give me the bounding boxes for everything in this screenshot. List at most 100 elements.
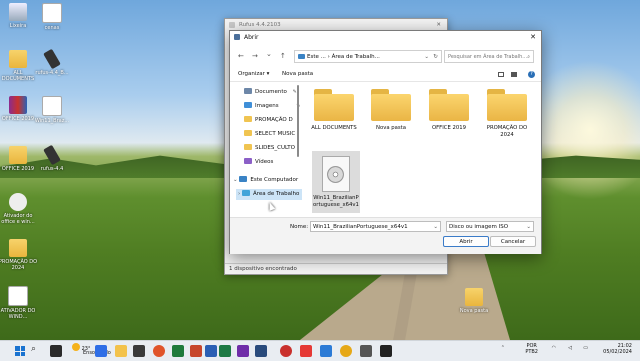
- folder-icon: [244, 130, 252, 136]
- up-arrow-icon[interactable]: ↑: [280, 52, 286, 60]
- nav-item-documentos[interactable]: Documento ✎: [244, 87, 297, 98]
- folder-icon: [465, 288, 483, 306]
- help-icon[interactable]: ?: [528, 71, 535, 78]
- document-icon: [244, 88, 252, 94]
- file-type-select[interactable]: Disco ou imagem ISO ⌄: [446, 221, 534, 232]
- folder-icon: [9, 50, 27, 68]
- file-name-field[interactable]: Win11_BrazilianPortuguese_x64v1 ⌄: [310, 221, 441, 232]
- chevron-down-icon[interactable]: ⌄: [526, 222, 531, 232]
- search-icon[interactable]: ⌕: [31, 344, 36, 354]
- desktop-icon-rufus-b[interactable]: rufus-4.4_B...: [32, 48, 72, 76]
- back-arrow-icon[interactable]: ←: [238, 52, 244, 60]
- list-item[interactable]: Nova pasta: [365, 85, 417, 132]
- disc-image-icon: [322, 156, 350, 192]
- refresh-icon[interactable]: ↻: [433, 51, 438, 63]
- desktop-icon-nova-pasta[interactable]: Nova pasta: [454, 288, 494, 314]
- clock[interactable]: 21:02 05/02/2024: [603, 343, 632, 355]
- usb-icon[interactable]: [380, 345, 392, 357]
- usb-icon: [229, 22, 235, 28]
- wifi-icon[interactable]: ◠: [552, 345, 556, 351]
- app-icon[interactable]: [237, 345, 249, 357]
- sun-icon: [72, 343, 80, 351]
- folder-icon: [244, 116, 252, 122]
- start-button[interactable]: [15, 346, 25, 356]
- nav-item-este-computador[interactable]: ⌄ Este Computador: [233, 175, 298, 186]
- search-input[interactable]: Pesquisar em Área de Trabalh... ⌕: [444, 50, 534, 63]
- dialog-title: Abrir: [244, 34, 259, 41]
- chevron-right-icon[interactable]: ›: [238, 191, 240, 197]
- navigation-row: ← → ⌄ ↑ Este ... › Área de Trabalh... ⌄ …: [230, 49, 541, 65]
- nav-scrollbar[interactable]: [297, 85, 299, 157]
- preview-pane-icon[interactable]: [511, 72, 517, 77]
- file-icon: [8, 286, 28, 306]
- desktop-icon-promacao[interactable]: PROMAÇÃO DO 2024: [0, 239, 38, 271]
- open-dialog[interactable]: Abrir ✕ ← → ⌄ ↑ Este ... › Área de Traba…: [229, 30, 542, 254]
- nav-item-slides-culto[interactable]: SLIDES_CULTO: [244, 143, 295, 154]
- desktop-icon-win11[interactable]: Win11_Braz...: [32, 96, 72, 124]
- breadcrumb[interactable]: Este ... › Área de Trabalh...: [307, 54, 380, 60]
- open-button[interactable]: Abrir: [443, 236, 489, 247]
- app-icon[interactable]: [360, 345, 372, 357]
- desktop-icon-rufus[interactable]: rufus-4.4: [32, 144, 72, 172]
- chevron-down-icon[interactable]: ⌄: [424, 51, 429, 63]
- rufus-status: 1 dispositivo encontrado: [225, 263, 447, 274]
- task-view-icon[interactable]: [50, 345, 62, 357]
- command-bar: Organizar ▾ Nova pasta ?: [230, 69, 541, 82]
- address-bar[interactable]: Este ... › Área de Trabalh... ⌄ ↻: [294, 50, 442, 63]
- list-item[interactable]: OFFICE 2019: [423, 85, 475, 132]
- chevron-down-icon[interactable]: ⌄: [233, 177, 238, 183]
- file-explorer-icon[interactable]: [115, 345, 127, 357]
- chrome-icon[interactable]: [340, 345, 352, 357]
- gear-icon: [9, 193, 27, 211]
- chevron-down-icon[interactable]: ⌄: [433, 222, 438, 232]
- desktop-icon: [241, 190, 250, 196]
- volume-icon[interactable]: ◁: [568, 345, 572, 351]
- nav-item-imagens[interactable]: Imagens ✎: [244, 101, 301, 112]
- computer-icon: [239, 176, 248, 182]
- store-icon[interactable]: [133, 345, 145, 357]
- close-icon[interactable]: ✕: [530, 31, 536, 44]
- dialog-footer: Nome: Win11_BrazilianPortuguese_x64v1 ⌄ …: [230, 217, 541, 254]
- battery-icon[interactable]: ▭: [583, 345, 588, 351]
- new-folder-button[interactable]: Nova pasta: [282, 71, 313, 77]
- chevron-down-icon[interactable]: ⌄: [266, 50, 272, 58]
- rufus-title: Rufus 4.4.2103: [239, 22, 281, 28]
- chevron-up-icon[interactable]: ⌃: [501, 345, 505, 351]
- weather-widget[interactable]: 23° Ensolarado: [72, 343, 111, 356]
- recycle-bin-icon: [9, 3, 27, 21]
- nav-item-area-de-trabalho[interactable]: › Área de Trabalho: [236, 189, 302, 200]
- app-icon[interactable]: [153, 345, 165, 357]
- app-icon[interactable]: [320, 345, 332, 357]
- folder-icon: [9, 239, 27, 257]
- cancel-button[interactable]: Cancelar: [490, 236, 536, 247]
- pc-icon: [298, 54, 305, 59]
- language-indicator[interactable]: POR PTB2: [525, 343, 538, 355]
- powerpoint-icon[interactable]: [190, 345, 202, 357]
- nav-item-promacao[interactable]: PROMAÇÃO D: [244, 115, 293, 126]
- desktop-icon-cenas[interactable]: cenas: [32, 3, 72, 31]
- app-icon: [234, 34, 240, 40]
- list-item[interactable]: PROMAÇÃO DO 2024: [481, 85, 533, 138]
- app-icon[interactable]: [280, 345, 292, 357]
- desktop-icon-ativador-windows[interactable]: ATIVADOR DO WIND...: [0, 286, 38, 320]
- edge-shortcut-icon[interactable]: [95, 345, 107, 357]
- app-icon[interactable]: [300, 345, 312, 357]
- forward-arrow-icon[interactable]: →: [252, 52, 258, 60]
- view-options-icon[interactable]: [498, 72, 504, 77]
- nav-item-select-music[interactable]: SELECT MUSIC: [244, 129, 295, 140]
- excel-icon[interactable]: [219, 345, 231, 357]
- folder-icon: [9, 146, 27, 164]
- taskbar: ⌕ 23° Ensolarado ⌃ POR PTB2 ◠ ◁ ▭ 21:02 …: [0, 340, 640, 361]
- file-name-label: Nome:: [290, 224, 309, 230]
- search-placeholder: Pesquisar em Área de Trabalh...: [448, 54, 528, 60]
- list-item[interactable]: ALL DOCUMENTS: [308, 85, 360, 132]
- desktop-icon-ativador-office[interactable]: Ativador do office e win...: [0, 193, 38, 225]
- app-icon[interactable]: [255, 345, 267, 357]
- dialog-titlebar[interactable]: Abrir ✕: [230, 31, 541, 44]
- app-icon[interactable]: [172, 345, 184, 357]
- list-item-selected[interactable]: Win11_BrazilianPortuguese_x64v1: [312, 151, 360, 213]
- nav-item-videos[interactable]: Vídeos: [244, 157, 273, 168]
- folder-icon: [429, 89, 469, 121]
- organize-button[interactable]: Organizar ▾: [238, 71, 269, 77]
- word-icon[interactable]: [205, 345, 217, 357]
